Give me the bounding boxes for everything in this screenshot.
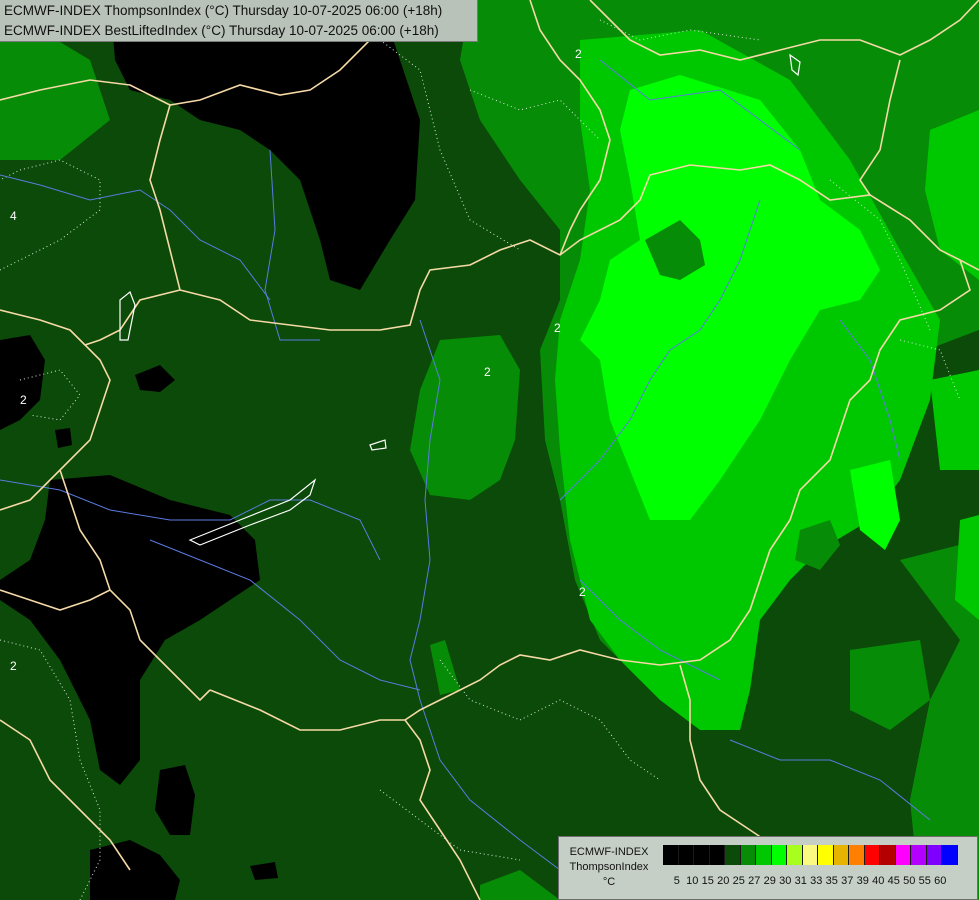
legend-swatch — [756, 845, 772, 865]
legend-swatch — [678, 845, 694, 865]
legend-model: ECMWF-INDEX — [569, 846, 649, 858]
legend-swatch — [849, 845, 865, 865]
contour-label: 2 — [10, 659, 17, 673]
legend-ticks: 5 10 15 20 25 27 29 30 31 33 35 37 39 40 45 50 55 60 — [669, 875, 948, 887]
legend-unit: °C — [602, 876, 616, 888]
legend-swatch — [833, 845, 849, 865]
legend-tick-label: 10 — [686, 875, 699, 887]
color-legend: ECMWF-INDEX ThompsonIndex °C 5 10 15 20 25 27… — [558, 836, 978, 900]
legend-tick-label: 40 — [872, 875, 885, 887]
legend-tick-label: 50 — [903, 875, 916, 887]
contour-label: 2 — [579, 585, 586, 599]
legend-swatch — [802, 845, 818, 865]
legend-tick-label: 55 — [918, 875, 931, 887]
title-line-bestlifted: ECMWF-INDEX BestLiftedIndex (°C) Thursda… — [4, 23, 439, 38]
weather-map: 2 2 2 2 2 2 4 ECMWF-INDEX ThompsonIndex … — [0, 0, 979, 900]
legend-swatch — [694, 845, 710, 865]
legend-tick-label: 27 — [748, 875, 761, 887]
contour-label: 2 — [575, 47, 582, 61]
map-title-box: ECMWF-INDEX ThompsonIndex (°C) Thursday … — [0, 0, 478, 42]
legend-tick-label: 15 — [701, 875, 714, 887]
legend-tick-label: 30 — [779, 875, 792, 887]
contour-label: 2 — [20, 393, 27, 407]
legend-swatch — [911, 845, 927, 865]
legend-parameter: ThompsonIndex — [569, 861, 649, 873]
legend-tick-label: 37 — [841, 875, 854, 887]
legend-tick-label: 45 — [887, 875, 900, 887]
legend-tick-label: 20 — [717, 875, 730, 887]
legend-swatch — [771, 845, 787, 865]
legend-swatch — [709, 845, 725, 865]
legend-tick-label: 5 — [673, 875, 680, 887]
title-line-thompson: ECMWF-INDEX ThompsonIndex (°C) Thursday … — [4, 3, 443, 18]
map-canvas: 2 2 2 2 2 2 4 — [0, 0, 979, 900]
legend-swatch — [787, 845, 803, 865]
contour-label: 4 — [10, 209, 17, 223]
legend-tick-label: 29 — [763, 875, 776, 887]
legend-swatch — [725, 845, 741, 865]
legend-swatch — [663, 845, 679, 865]
legend-tick-label: 33 — [810, 875, 823, 887]
legend-label: ECMWF-INDEX ThompsonIndex °C — [561, 845, 657, 890]
legend-swatch — [942, 845, 958, 865]
legend-swatch — [895, 845, 911, 865]
legend-tick-label: 60 — [934, 875, 947, 887]
legend-swatch — [880, 845, 896, 865]
legend-swatch — [740, 845, 756, 865]
legend-swatches — [663, 845, 958, 865]
legend-swatch — [864, 845, 880, 865]
legend-tick-label: 31 — [794, 875, 807, 887]
contour-label: 2 — [484, 365, 491, 379]
contour-label: 2 — [554, 321, 561, 335]
legend-tick-label: 39 — [856, 875, 869, 887]
legend-tick-label: 25 — [732, 875, 745, 887]
legend-tick-label: 35 — [825, 875, 838, 887]
legend-swatch — [926, 845, 942, 865]
legend-swatch — [818, 845, 834, 865]
